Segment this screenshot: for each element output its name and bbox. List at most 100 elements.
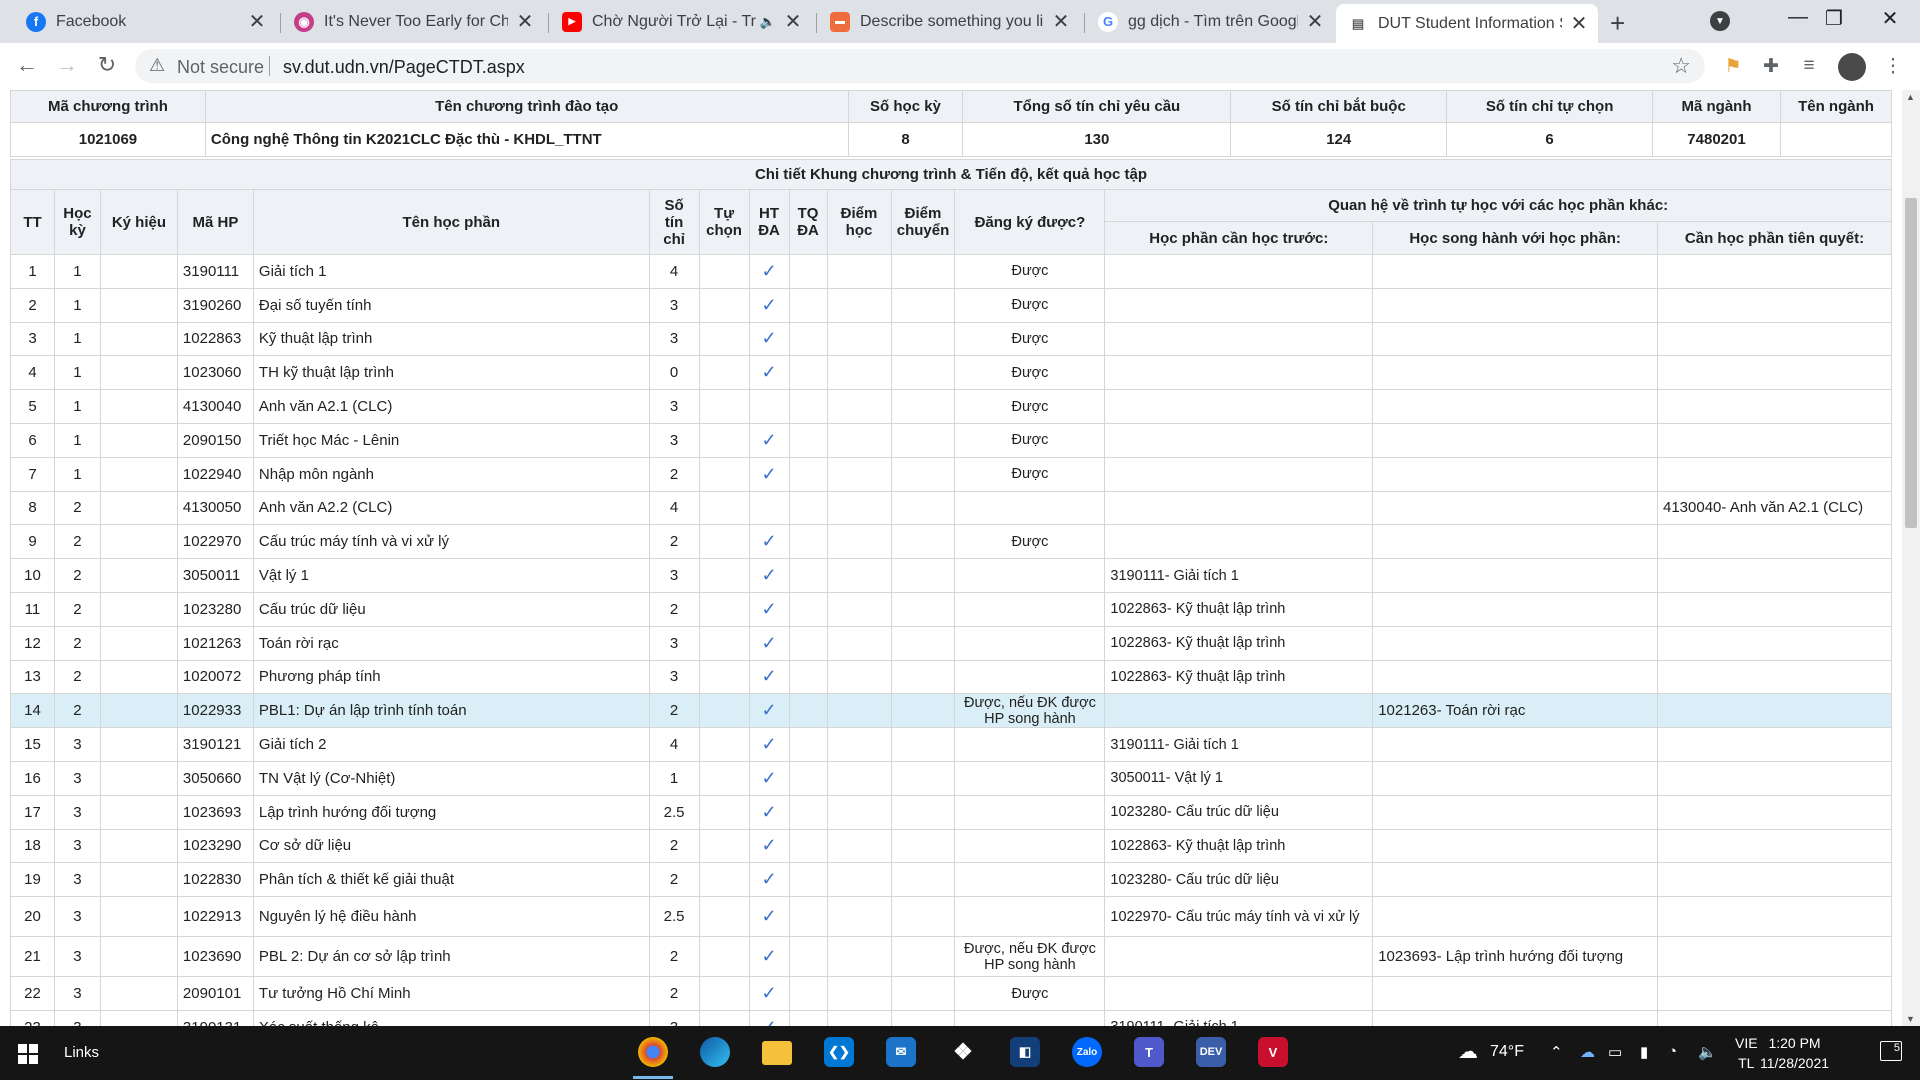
cell-hoc-truoc: 3190111- Giải tích 1: [1104, 727, 1374, 762]
page-scrollbar[interactable]: ▲ ▼: [1902, 90, 1920, 1026]
cell-song-hanh: [1372, 456, 1658, 492]
volume-icon[interactable]: 🔈: [1698, 1043, 1717, 1061]
windows-start-icon[interactable]: [18, 1044, 38, 1064]
tray-chevron-icon[interactable]: ⌃: [1550, 1043, 1563, 1061]
scroll-down-icon[interactable]: ▼: [1906, 1014, 1915, 1024]
file-explorer-icon[interactable]: [762, 1041, 792, 1065]
tab-search-icon[interactable]: ▼: [1710, 11, 1730, 31]
cell-dang-ky: Được: [954, 287, 1106, 323]
notification-icon[interactable]: 5: [1880, 1041, 1902, 1061]
value-ten-nganh: [1779, 122, 1893, 157]
cell-tt: 6: [10, 422, 55, 458]
tab-christmas[interactable]: ◉ It's Never Too Early for Chris ✕: [282, 4, 544, 39]
tab-dut-active[interactable]: ▤ DUT Student Information Sy ✕: [1336, 4, 1598, 43]
wifi-icon[interactable]: ◔: [1668, 1043, 1677, 1060]
bookmark-star-icon[interactable]: ☆: [1671, 53, 1691, 79]
cell-diem-chuyen: [890, 524, 956, 560]
cell-hoc-ky: 3: [53, 760, 101, 796]
menu-dots-icon[interactable]: ⋮: [1880, 55, 1906, 78]
cell-tt: 23: [10, 1009, 55, 1026]
close-tab-icon[interactable]: ✕: [1052, 9, 1070, 34]
cell-diem-chuyen: [890, 760, 956, 796]
table-row: 8 2 4130050 Anh văn A2.2 (CLC) 4 4130040- Anh…: [10, 490, 1892, 526]
cell-ten-hp: Xác suất thống kê: [252, 1009, 650, 1026]
cell-diem-hoc: [826, 760, 892, 796]
warning-icon[interactable]: ⚠: [149, 55, 165, 76]
avatar[interactable]: [1838, 53, 1866, 81]
cell-diem-hoc: [826, 456, 892, 492]
cell-ten-hp: TN Vật lý (Cơ-Nhiệt): [252, 760, 650, 796]
tab-separator: [548, 13, 549, 33]
cell-ky-hieu: [99, 254, 178, 289]
close-tab-icon[interactable]: ✕: [784, 9, 802, 34]
system-clock[interactable]: 1:20 PM 11/28/2021: [1760, 1033, 1829, 1073]
tab-youtube[interactable]: ▶ Chờ Người Trở Lại - Trin 🔈 ✕: [550, 4, 812, 39]
tab-facebook[interactable]: f Facebook ✕: [14, 4, 276, 39]
weather-temp[interactable]: 74°F: [1490, 1043, 1524, 1061]
header-ky-hieu: Ký hiệu: [99, 189, 178, 255]
check-icon: ✓: [748, 862, 790, 898]
cell-tq-da: [788, 936, 828, 978]
security-label[interactable]: Not secure: [177, 57, 264, 78]
address-bar[interactable]: ⚠ Not secure sv.dut.udn.vn/PageCTDT.aspx…: [135, 49, 1705, 83]
forward-arrow-icon[interactable]: →: [52, 52, 82, 78]
mail-icon[interactable]: ✉: [886, 1037, 916, 1067]
cell-song-hanh: 1023693- Lập trình hướng đối tượng: [1372, 936, 1658, 978]
cell-diem-chuyen: [890, 896, 956, 938]
value-ten-chuong-trinh: Công nghệ Thông tin K2021CLC Đặc thù - K…: [204, 122, 849, 157]
tab-google[interactable]: G gg dịch - Tìm trên Google ✕: [1086, 4, 1334, 39]
cell-song-hanh: [1372, 287, 1658, 323]
teams-icon[interactable]: T: [1134, 1037, 1164, 1067]
links-toolbar[interactable]: Links: [64, 1044, 99, 1061]
cell-tq-da: [788, 693, 828, 729]
cell-song-hanh: [1372, 727, 1658, 762]
app-icon[interactable]: ◧: [1010, 1037, 1040, 1067]
header-tong-tin-chi: Tổng số tín chỉ yêu cầu: [962, 90, 1232, 123]
close-tab-icon[interactable]: ✕: [248, 9, 266, 34]
new-tab-button[interactable]: +: [1610, 8, 1625, 39]
cell-tien-quyet: [1657, 625, 1892, 661]
cell-dang-ky: [954, 490, 1106, 526]
language-indicator[interactable]: VIE TL: [1735, 1033, 1758, 1073]
audio-playing-icon[interactable]: 🔈: [760, 14, 776, 30]
cell-diem-chuyen: [890, 625, 956, 661]
close-tab-icon[interactable]: ✕: [516, 9, 534, 34]
cell-tq-da: [788, 1009, 828, 1026]
dropbox-icon[interactable]: ❖: [948, 1037, 978, 1067]
tab-describe[interactable]: ▬ Describe something you lik ✕: [818, 4, 1080, 39]
reading-list-icon[interactable]: ≡: [1796, 55, 1822, 77]
onedrive-icon[interactable]: ☁: [1580, 1043, 1595, 1061]
extension-icon[interactable]: ⚑: [1720, 55, 1746, 78]
cell-ten-hp: Triết học Mác - Lênin: [252, 422, 650, 458]
check-icon: ✓: [748, 625, 790, 661]
url-text[interactable]: sv.dut.udn.vn/PageCTDT.aspx: [283, 57, 525, 78]
restore-icon[interactable]: ❐: [1814, 6, 1854, 31]
zalo-icon[interactable]: Zalo: [1072, 1037, 1102, 1067]
check-icon: ✓: [748, 456, 790, 492]
antivirus-icon[interactable]: V: [1258, 1037, 1288, 1067]
cell-ma-hp: 3190121: [176, 727, 254, 762]
chrome-icon[interactable]: [638, 1037, 668, 1067]
cell-so-tin-chi: 4: [648, 727, 700, 762]
close-tab-icon[interactable]: ✕: [1306, 9, 1324, 34]
puzzle-icon[interactable]: ✚: [1758, 55, 1784, 78]
cell-tien-quyet: [1657, 936, 1892, 978]
weather-cloud-icon[interactable]: ☁: [1458, 1039, 1478, 1064]
header-tien-quyet: Cần học phần tiên quyết:: [1657, 221, 1892, 255]
edge-icon[interactable]: [700, 1037, 730, 1067]
cell-ten-hp: Cấu trúc máy tính và vi xử lý: [252, 524, 650, 560]
scrollbar-thumb[interactable]: [1905, 198, 1917, 528]
minimize-icon[interactable]: —: [1778, 6, 1818, 29]
dev-c-icon[interactable]: DEV: [1196, 1037, 1226, 1067]
cell-hoc-ky: 2: [53, 659, 101, 695]
vscode-icon[interactable]: ❮❯: [824, 1037, 854, 1067]
reload-icon[interactable]: ↻: [92, 52, 122, 78]
close-tab-icon[interactable]: ✕: [1570, 11, 1588, 36]
tray-device-icon[interactable]: ▭: [1608, 1043, 1622, 1061]
battery-icon[interactable]: ▮: [1640, 1043, 1648, 1061]
cell-tq-da: [788, 490, 828, 526]
cell-diem-hoc: [826, 558, 892, 593]
back-arrow-icon[interactable]: ←: [12, 52, 42, 78]
window-close-icon[interactable]: ✕: [1870, 6, 1910, 31]
scroll-up-icon[interactable]: ▲: [1906, 92, 1915, 102]
